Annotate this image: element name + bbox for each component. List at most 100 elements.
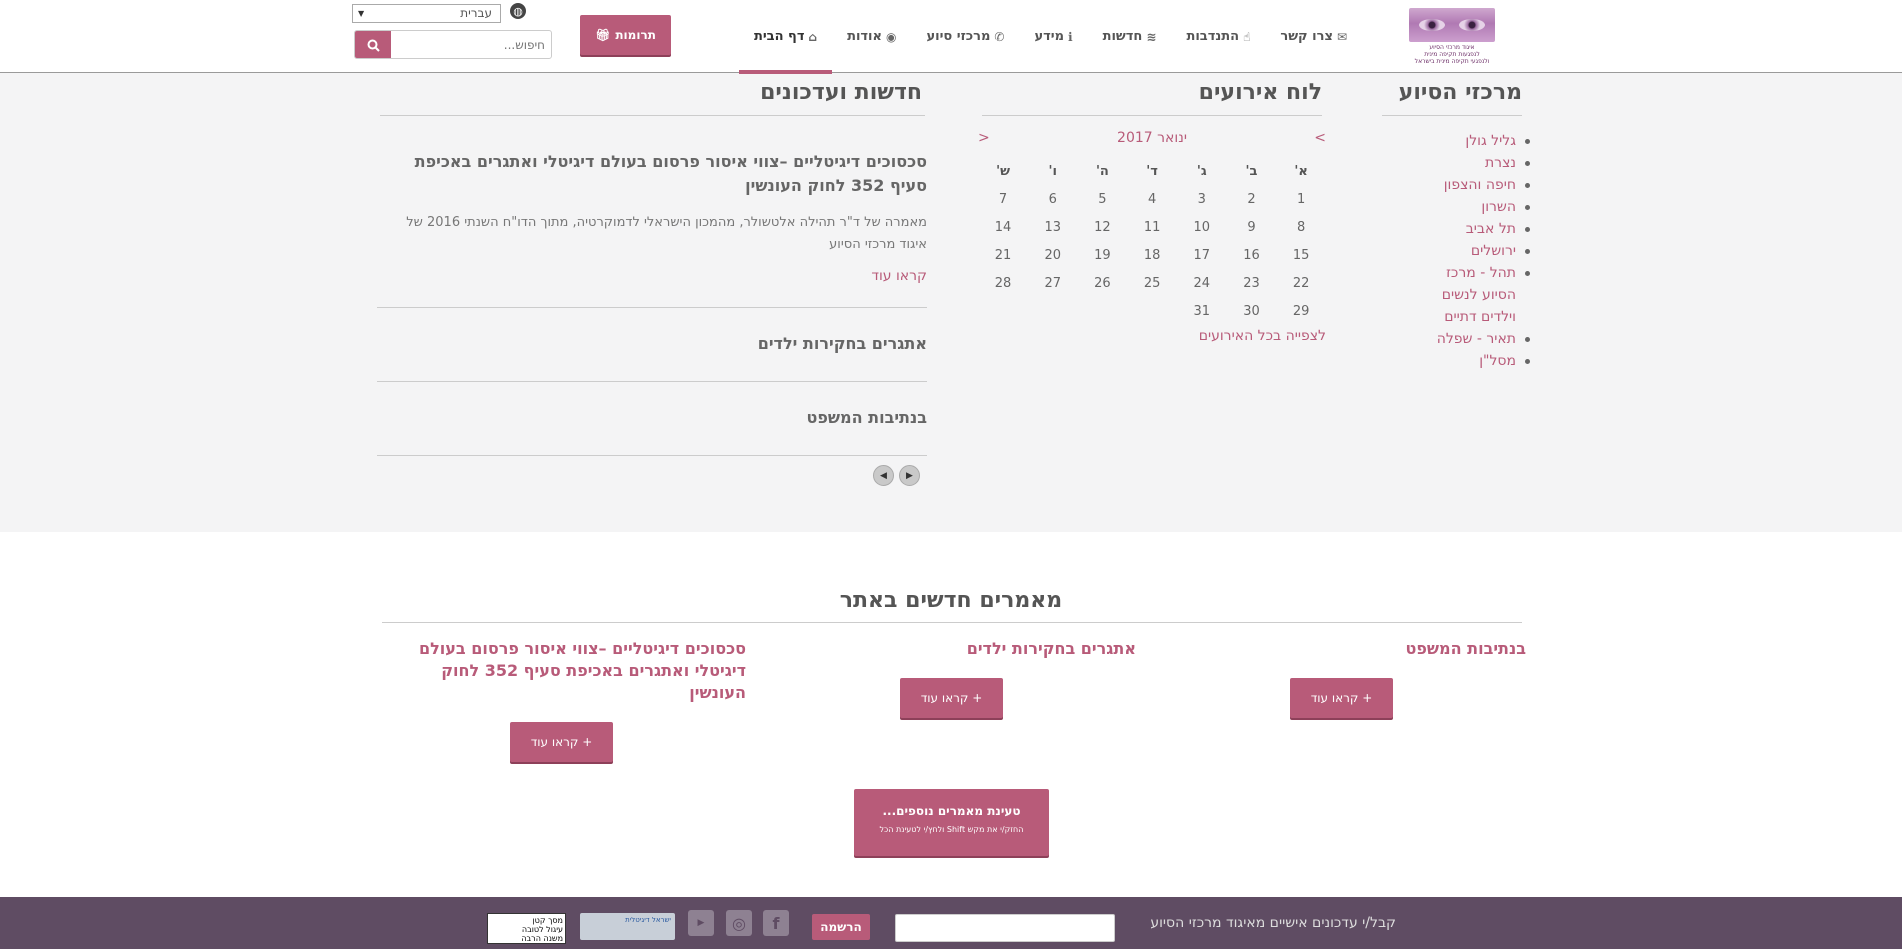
calendar-day-name: ו' xyxy=(1048,164,1057,179)
slider-prev-button[interactable]: ◀ xyxy=(873,465,894,486)
search-box xyxy=(354,30,552,59)
calendar-day[interactable]: 31 xyxy=(1177,298,1227,326)
calendar-day[interactable]: 20 xyxy=(1028,242,1078,270)
calendar-day[interactable]: 26 xyxy=(1078,270,1128,298)
centers-title: מרכזי הסיוע xyxy=(1398,80,1522,105)
calendar-day[interactable]: 4 xyxy=(1127,186,1177,214)
calendar-day[interactable]: 12 xyxy=(1078,214,1128,242)
rss-icon: ≋ xyxy=(1146,29,1157,44)
center-link[interactable]: חיפה והצפון xyxy=(1382,174,1530,196)
calendar-day[interactable]: 23 xyxy=(1227,270,1277,298)
search-button[interactable] xyxy=(355,31,391,58)
article-title-law-paths[interactable]: בנתיבות המשפט xyxy=(1166,638,1527,660)
calendar-divider xyxy=(982,115,1322,116)
calendar-day xyxy=(1078,298,1128,326)
calendar-day[interactable]: 13 xyxy=(1028,214,1078,242)
language-select[interactable]: עברית ▼ xyxy=(352,4,501,23)
calendar-day[interactable]: 22 xyxy=(1276,270,1326,298)
calendar-day[interactable]: 7 xyxy=(978,186,1028,214)
center-link[interactable]: תאיר - שפלה xyxy=(1382,328,1530,350)
article-title-digital-disputes[interactable]: סכסוכים דיגיטליים –צווי איסור פרסום בעול… xyxy=(386,638,746,704)
article-read-more-button[interactable]: + קראו עוד xyxy=(900,678,1003,718)
nav-item-label: מידע xyxy=(1034,29,1065,44)
calendar-day[interactable]: 29 xyxy=(1276,298,1326,326)
calendar-day[interactable]: 24 xyxy=(1177,270,1227,298)
nav-item-3[interactable]: ℹ מידע xyxy=(1019,0,1087,73)
calendar-day[interactable]: 19 xyxy=(1078,242,1128,270)
calendar-day[interactable]: 5 xyxy=(1078,186,1128,214)
calendar-day[interactable]: 21 xyxy=(978,242,1028,270)
center-link[interactable]: השרון xyxy=(1382,196,1530,218)
news-divider xyxy=(380,115,925,116)
nav-item-1[interactable]: ◉ אודות xyxy=(832,0,911,73)
phone-icon: ✆ xyxy=(994,29,1005,44)
news-item-law-paths[interactable]: בנתיבות המשפט xyxy=(807,408,928,427)
nav-item-4[interactable]: ≋ חדשות xyxy=(1088,0,1172,73)
nav-item-0[interactable]: ⌂ דף הבית xyxy=(738,0,833,74)
search-icon xyxy=(367,39,380,52)
article-title-children-investigations[interactable]: אתגרים בחקירות ילדים xyxy=(776,638,1136,660)
calendar-day-name: ד' xyxy=(1146,164,1158,179)
subscribe-label: קבל/י עדכונים אישיים מאיגוד מרכזי הסיוע xyxy=(1150,915,1396,931)
facebook-icon[interactable]: f xyxy=(763,910,789,936)
site-logo[interactable]: איגוד מרכזי הסיוע לנפגעות תקיפה מינית ולנפ… xyxy=(1404,8,1500,70)
calendar-day-name: ש' xyxy=(996,164,1010,179)
news-separator xyxy=(377,307,927,308)
slider-next-button[interactable]: ▶ xyxy=(899,465,920,486)
article-read-more-button[interactable]: + קראו עוד xyxy=(1290,678,1393,718)
calendar-day[interactable]: 1 xyxy=(1276,186,1326,214)
calendar-day[interactable]: 3 xyxy=(1177,186,1227,214)
center-link[interactable]: תל אביב xyxy=(1382,218,1530,240)
calendar-day-name: ג' xyxy=(1196,164,1207,179)
center-link-continued[interactable]: וילדים דתיים xyxy=(1382,306,1530,328)
digital-israel-badge[interactable]: ישראל דיגיטלית xyxy=(580,913,675,940)
news-featured-excerpt: מאמרה של ד"ר תהילה אלטשולר, מהמכון הישרא… xyxy=(406,215,927,252)
calendar-day[interactable]: 15 xyxy=(1276,242,1326,270)
nav-item-5[interactable]: ☝ התנדבות xyxy=(1171,0,1265,73)
center-link[interactable]: גליל גולן xyxy=(1382,130,1530,152)
news-slider: סכסוכים דיגיטליים –צווי איסור פרסום בעול… xyxy=(377,150,927,456)
news-item-children-investigations[interactable]: אתגרים בחקירות ילדים xyxy=(758,334,927,353)
calendar-day[interactable]: 25 xyxy=(1127,270,1177,298)
articles-title: מאמרים חדשים באתר xyxy=(839,588,1063,613)
center-link-continued[interactable]: הסיוע לנשים xyxy=(1382,284,1530,306)
search-input[interactable] xyxy=(391,31,551,58)
nav-item-2[interactable]: ✆ מרכזי סיוע xyxy=(911,0,1019,73)
calendar-day[interactable]: 9 xyxy=(1227,214,1277,242)
calendar-day[interactable]: 2 xyxy=(1227,186,1277,214)
gift-icon: 🎁︎ xyxy=(595,28,611,42)
nav-item-label: צרו קשר xyxy=(1280,29,1333,44)
calendar-day xyxy=(1028,298,1078,326)
calendar-day[interactable]: 30 xyxy=(1227,298,1277,326)
subscribe-email-input[interactable] xyxy=(895,914,1115,942)
calendar-prev-month-button[interactable]: < xyxy=(1314,130,1326,146)
calendar-day[interactable]: 8 xyxy=(1276,214,1326,242)
news-featured-heading[interactable]: סכסוכים דיגיטליים –צווי איסור פרסום בעול… xyxy=(377,150,927,198)
calendar-day[interactable]: 6 xyxy=(1028,186,1078,214)
calendar-day[interactable]: 11 xyxy=(1127,214,1177,242)
calendar-day[interactable]: 17 xyxy=(1177,242,1227,270)
load-more-articles-button[interactable]: טעינת מאמרים נוספים... החזק/י את מקש Shi… xyxy=(854,789,1049,856)
calendar-day[interactable]: 16 xyxy=(1227,242,1277,270)
center-link[interactable]: ירושלים xyxy=(1382,240,1530,262)
nav-item-6[interactable]: ✉ צרו קשר xyxy=(1265,0,1362,73)
news-read-more-link[interactable]: קראו עוד xyxy=(377,268,927,284)
calendar-day-name: ה' xyxy=(1095,164,1109,179)
logo-text: איגוד מרכזי הסיוע לנפגעות תקיפה מינית ולנפ… xyxy=(1414,44,1490,65)
center-link[interactable]: נצרת xyxy=(1382,152,1530,174)
calendar-day[interactable]: 27 xyxy=(1028,270,1078,298)
round-up-badge[interactable]: מסך קטן עיגול לטובה משנה הרבה xyxy=(487,913,566,944)
instagram-icon[interactable]: ◎ xyxy=(726,910,752,936)
calendar-day[interactable]: 14 xyxy=(978,214,1028,242)
calendar-day[interactable]: 28 xyxy=(978,270,1028,298)
calendar-day[interactable]: 18 xyxy=(1127,242,1177,270)
center-link[interactable]: תהל - מרכז xyxy=(1382,262,1530,284)
donate-button[interactable]: 🎁︎ תרומות xyxy=(580,15,671,55)
article-read-more-button[interactable]: + קראו עוד xyxy=(510,722,613,762)
triangle-left-icon: ◀ xyxy=(880,470,887,481)
calendar-day[interactable]: 10 xyxy=(1177,214,1227,242)
subscribe-button[interactable]: הרשמה xyxy=(812,914,870,940)
all-events-link[interactable]: לצפייה בכל האירועים xyxy=(1199,328,1326,344)
center-link[interactable]: מסל"ן xyxy=(1382,350,1530,372)
youtube-icon[interactable]: ▶ xyxy=(688,910,714,936)
